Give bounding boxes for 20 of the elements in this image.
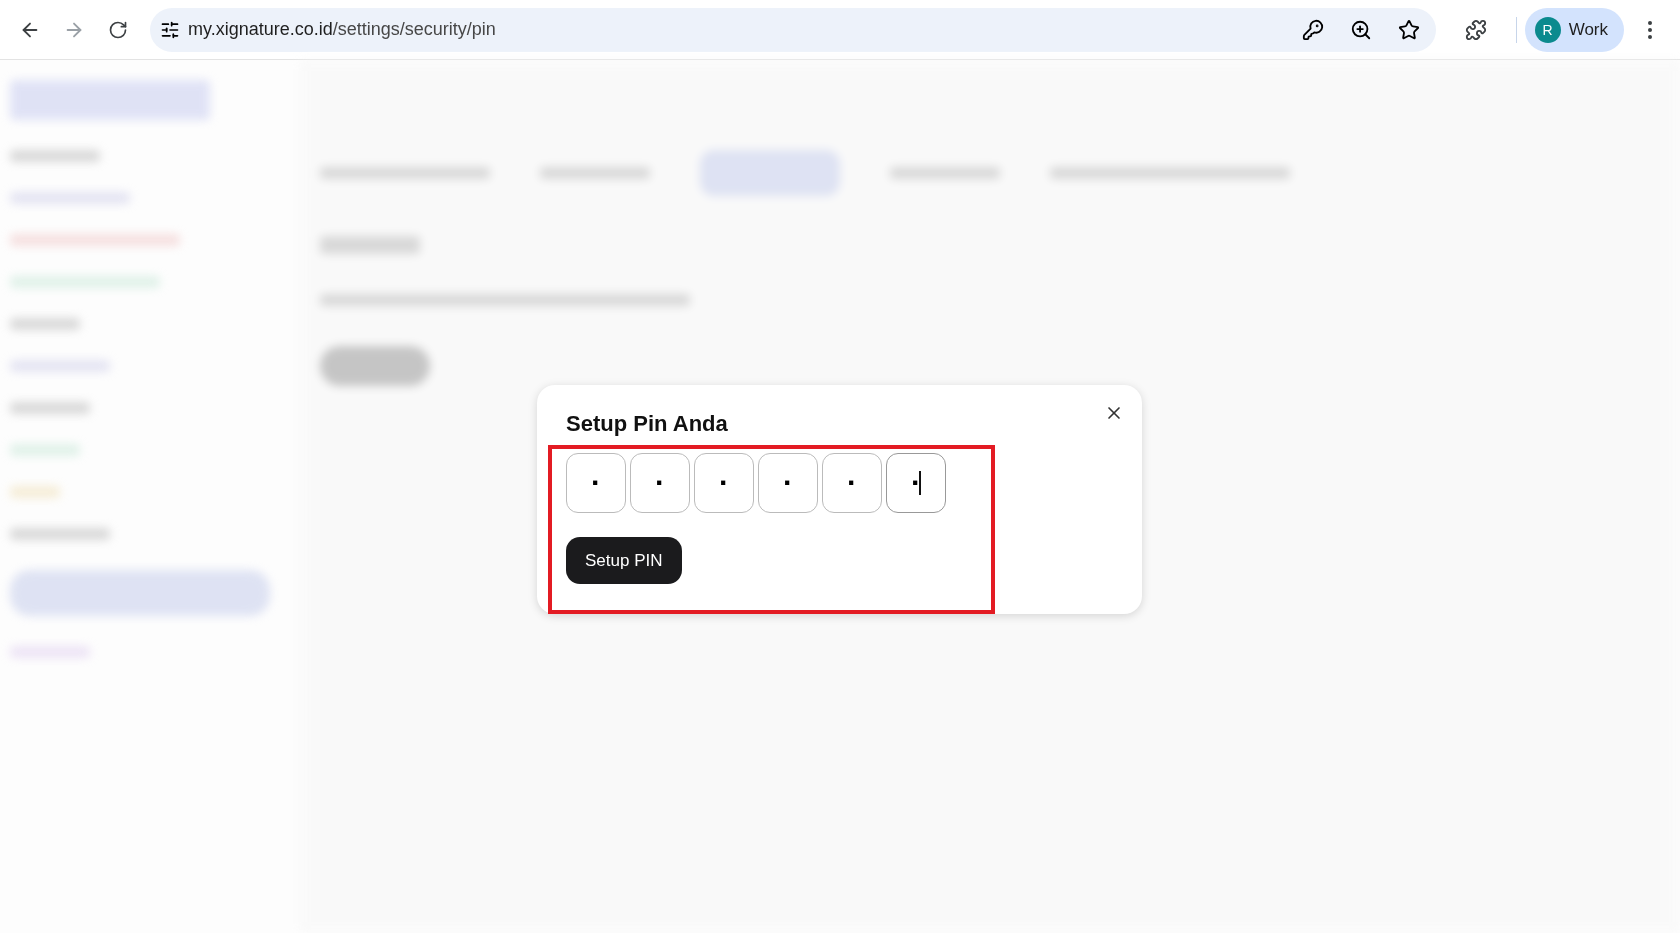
avatar-icon: R <box>1534 16 1561 43</box>
text-cursor <box>919 471 921 495</box>
key-icon[interactable] <box>1301 18 1324 41</box>
pin-digit-field[interactable]: · <box>758 453 818 513</box>
puzzle-icon <box>1464 18 1487 41</box>
menu-icon <box>1648 20 1652 39</box>
pin-digit-field[interactable]: · <box>566 453 626 513</box>
profile-button[interactable]: R Work <box>1524 7 1624 52</box>
url-text: my.xignature.co.id/settings/security/pin <box>188 19 497 40</box>
bookmark-star-icon[interactable] <box>1397 18 1420 41</box>
address-bar[interactable]: my.xignature.co.id/settings/security/pin <box>150 7 1436 52</box>
dialog-title: Setup Pin Anda <box>566 411 729 437</box>
pin-digit-field[interactable]: · <box>822 453 882 513</box>
zoom-icon[interactable] <box>1349 18 1372 41</box>
pin-digit-field[interactable]: · <box>694 453 754 513</box>
setup-pin-button[interactable]: Setup PIN <box>566 537 682 584</box>
reload-icon <box>108 19 128 40</box>
pin-digit-field[interactable]: · <box>886 453 946 513</box>
pin-digit-field[interactable]: · <box>630 453 690 513</box>
site-settings-icon[interactable] <box>160 19 180 40</box>
